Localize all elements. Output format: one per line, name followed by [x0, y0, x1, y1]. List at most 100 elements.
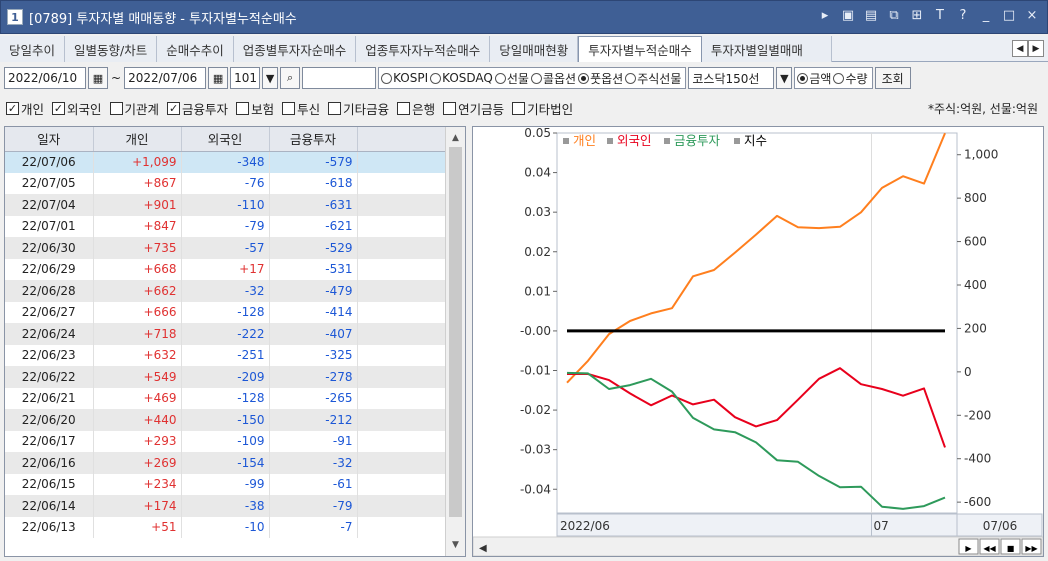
tab-net-buy-trend[interactable]: 순매수추이 — [157, 36, 234, 62]
table-row[interactable]: 22/07/04 +901 -110 -631 — [5, 194, 446, 216]
table-vertical-scrollbar[interactable]: ▲ ▼ — [445, 127, 465, 556]
table-row[interactable]: 22/06/24 +718 -222 -407 — [5, 323, 446, 345]
scroll-up-icon[interactable]: ▲ — [446, 129, 465, 147]
cell-individual: +269 — [93, 452, 182, 474]
tab-scroll-left-icon[interactable]: ◀ — [1012, 40, 1028, 57]
code-input[interactable]: 101 — [230, 67, 261, 89]
header-individual[interactable]: 개인 — [93, 127, 182, 152]
start-date-input[interactable]: 2022/06/10 — [4, 67, 86, 89]
x-tick-label: 2022/06 — [560, 519, 610, 533]
radio-put-option[interactable]: 풋옵션 — [578, 70, 623, 87]
tab-daily-trend[interactable]: 당일추이 — [0, 36, 66, 62]
table-row[interactable]: 22/06/23 +632 -251 -325 — [5, 344, 446, 366]
help-icon[interactable]: ? — [956, 8, 970, 23]
table-row[interactable]: 22/06/13 +51 -10 -7 — [5, 516, 446, 538]
cell-empty — [357, 452, 446, 474]
checkbox-foreign[interactable]: ✓ 외국인 — [52, 99, 102, 118]
expand-arrow-icon[interactable]: ▸ — [818, 8, 832, 23]
chevron-down-icon[interactable]: ▼ — [262, 67, 279, 89]
left-axis-tick-label: -0.03 — [520, 443, 551, 457]
tab-scroll-right-icon[interactable]: ▶ — [1028, 40, 1044, 57]
tab-sector-investor-net-buy[interactable]: 업종별투자자순매수 — [233, 36, 357, 62]
checkbox-pension[interactable]: 연기금등 — [443, 99, 504, 118]
tab-today-trading[interactable]: 당일매매현황 — [490, 36, 579, 62]
calendar-icon[interactable]: ▦ — [88, 67, 108, 89]
table-row[interactable]: 22/06/17 +293 -109 -91 — [5, 430, 446, 452]
table-row[interactable]: 22/06/14 +174 -38 -79 — [5, 495, 446, 517]
checkbox-institution[interactable]: 기관계 — [109, 99, 159, 118]
cumulative-net-buy-chart[interactable]: 0.05 0.04 0.03 0.02 0.01 -0.00 -0.01 -0.02 -0.03… — [472, 126, 1044, 557]
radio-kospi[interactable]: KOSPI — [381, 71, 428, 85]
header-financial-investment[interactable]: 금융투자 — [269, 127, 358, 152]
table-row[interactable]: 22/06/15 +234 -99 -61 — [5, 473, 446, 495]
table-row[interactable]: 22/06/22 +549 -209 -278 — [5, 366, 446, 388]
calendar-icon[interactable]: ▦ — [208, 67, 229, 89]
table-row[interactable]: 22/06/27 +666 -128 -414 — [5, 301, 446, 323]
cell-empty — [357, 387, 446, 409]
checkbox-insurance[interactable]: 보험 — [236, 99, 274, 118]
x-axis-band — [556, 513, 958, 537]
unit-note: *주식:억원, 선물:억원 — [927, 102, 1038, 116]
end-date-input[interactable]: 2022/07/06 — [124, 67, 207, 89]
scroll-thumb[interactable] — [449, 147, 462, 517]
radio-circle-icon — [797, 72, 809, 84]
cell-foreign: -99 — [181, 473, 270, 495]
investor-filter-row: ✓ 개인 ✓ 외국인 기관계 ✓ 금융투자 보험 투신 기타금융 은행 연기금등 기타… — [0, 96, 1048, 120]
checkbox-investment-trust[interactable]: 투신 — [282, 99, 320, 118]
table-row[interactable]: 22/06/28 +662 -32 -479 — [5, 280, 446, 302]
checkbox-financial-investment[interactable]: ✓ 금융투자 — [167, 99, 228, 118]
query-button[interactable]: 조회 — [874, 67, 911, 89]
cell-empty — [357, 430, 446, 452]
legend-label: 지수 — [744, 133, 767, 148]
index-select[interactable]: 코스닥150선 — [688, 67, 775, 89]
tab-investor-daily-trading[interactable]: 투자자별일별매매 — [701, 36, 832, 62]
window-title-bar: 1 [0789] 투자자별 매매동향 - 투자자별누적순매수 ▸ ▣ ▤ ⧉ ⊞… — [0, 0, 1048, 34]
chart-scrollbar-track — [472, 536, 1044, 557]
chevron-down-icon[interactable]: ▼ — [776, 67, 793, 89]
cell-financial-investment: -631 — [269, 194, 358, 216]
right-axis-tick-label: -200 — [964, 408, 991, 422]
table-row[interactable]: 22/06/29 +668 +17 -531 — [5, 258, 446, 280]
cell-financial-investment: -91 — [269, 430, 358, 452]
cell-individual: +293 — [93, 430, 182, 452]
tab-investor-cumulative-net-buy[interactable]: 투자자별누적순매수 — [578, 36, 702, 62]
window-layout-icon[interactable]: ▤ — [864, 8, 878, 23]
market-radio-group: KOSPI KOSDAQ 선물 콜옵션 풋옵션 주식선물 — [378, 67, 687, 89]
checkbox-other-finance[interactable]: 기타금융 — [328, 99, 389, 118]
radio-futures[interactable]: 선물 — [494, 70, 529, 87]
header-foreign[interactable]: 외국인 — [181, 127, 270, 152]
maximize-icon[interactable]: □ — [1002, 8, 1016, 23]
table-row[interactable]: 22/07/05 +867 -76 -618 — [5, 172, 446, 194]
cell-foreign: -110 — [181, 194, 270, 216]
cell-individual: +174 — [93, 495, 182, 517]
header-date[interactable]: 일자 — [5, 127, 94, 152]
radio-stock-futures[interactable]: 주식선물 — [625, 70, 681, 87]
minimize-icon[interactable]: _ — [979, 8, 993, 23]
table-row[interactable]: 22/07/06 +1,099 -348 -579 — [5, 151, 446, 173]
checkbox-bank[interactable]: 은행 — [397, 99, 435, 118]
cell-individual: +666 — [93, 301, 182, 323]
scroll-down-icon[interactable]: ▼ — [446, 536, 465, 554]
table-row[interactable]: 22/06/16 +269 -154 -32 — [5, 452, 446, 474]
table-row[interactable]: 22/07/01 +847 -79 -621 — [5, 215, 446, 237]
radio-amount[interactable]: 금액 — [797, 70, 831, 87]
table-row[interactable]: 22/06/20 +440 -150 -212 — [5, 409, 446, 431]
link-window-icon[interactable]: ⧉ — [887, 8, 901, 23]
table-row[interactable]: 22/06/30 +735 -57 -529 — [5, 237, 446, 259]
search-icon[interactable]: ⌕ — [280, 67, 301, 89]
radio-kosdaq[interactable]: KOSDAQ — [430, 71, 493, 85]
checkbox-individual[interactable]: ✓ 개인 — [6, 99, 44, 118]
tab-sector-cumulative-net-buy[interactable]: 업종투자자누적순매수 — [356, 36, 491, 62]
table-row[interactable]: 22/06/21 +469 -128 -265 — [5, 387, 446, 409]
name-search-input[interactable] — [302, 67, 377, 89]
radio-call-option[interactable]: 콜옵션 — [530, 70, 576, 87]
tab-daily-chart[interactable]: 일별동향/차트 — [65, 36, 158, 62]
pin-icon[interactable]: ⊞ — [910, 8, 924, 23]
font-size-icon[interactable]: T — [933, 8, 947, 23]
radio-quantity[interactable]: 수량 — [833, 70, 868, 87]
checkbox-other-corp[interactable]: 기타법인 — [512, 99, 573, 118]
close-icon[interactable]: × — [1025, 8, 1039, 23]
cell-empty — [357, 194, 446, 216]
monitor-icon[interactable]: ▣ — [841, 8, 855, 23]
right-axis-tick-label: 200 — [964, 321, 987, 335]
